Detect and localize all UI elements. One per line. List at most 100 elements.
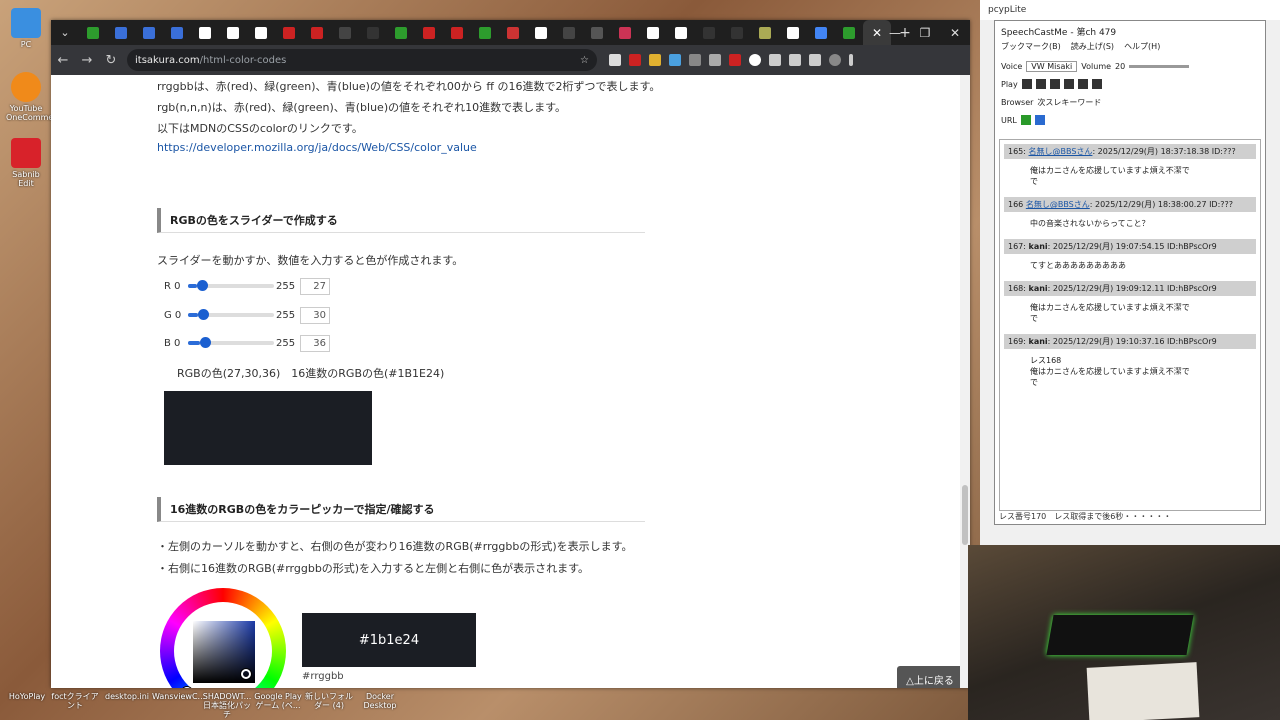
- extension-icon[interactable]: [749, 54, 761, 66]
- stop-icon[interactable]: [1049, 79, 1060, 89]
- extension-icon[interactable]: [669, 54, 681, 66]
- browser-tab[interactable]: [723, 20, 751, 45]
- voice-select[interactable]: VW Misaki: [1026, 60, 1078, 72]
- slider-knob[interactable]: [198, 309, 210, 320]
- desktop-icon-wansview[interactable]: WansviewC...: [152, 692, 205, 701]
- browser-tab[interactable]: [135, 20, 163, 45]
- desktop-icon-onecomme[interactable]: YouTube OneComme: [6, 72, 53, 122]
- tab-favicon-icon: [479, 26, 491, 39]
- picker-cursor[interactable]: [241, 669, 251, 679]
- browser-tab[interactable]: [835, 20, 863, 45]
- extension-icon[interactable]: [709, 54, 721, 66]
- input-g[interactable]: 30: [300, 306, 330, 324]
- puzzle-icon[interactable]: [769, 54, 781, 66]
- browser-tab[interactable]: [331, 20, 359, 45]
- bookmark-icon[interactable]: [609, 54, 621, 66]
- desktop-icon-shadowt[interactable]: SHADOWT... 日本語化パッチ: [202, 692, 252, 719]
- reload-button[interactable]: ↻: [99, 48, 123, 72]
- mdn-link[interactable]: https://developer.mozilla.org/ja/docs/We…: [157, 141, 477, 154]
- browser-tab[interactable]: [695, 20, 723, 45]
- slider-b[interactable]: [188, 337, 274, 348]
- slider-knob[interactable]: [197, 280, 209, 291]
- input-b[interactable]: 36: [300, 334, 330, 352]
- extension-icon[interactable]: [729, 54, 741, 66]
- browser-tab[interactable]: [247, 20, 275, 45]
- browser-tab[interactable]: [191, 20, 219, 45]
- minimize-button[interactable]: —: [880, 20, 910, 45]
- browser-tab[interactable]: [527, 20, 555, 45]
- tab-favicon-icon: [283, 26, 295, 39]
- back-to-top-button[interactable]: △上に戻る: [897, 666, 963, 688]
- browser-tab[interactable]: [611, 20, 639, 45]
- menu-help[interactable]: ヘルプ(H): [1124, 41, 1160, 57]
- browser-tab[interactable]: [359, 20, 387, 45]
- input-r[interactable]: 27: [300, 277, 330, 295]
- address-bar[interactable]: itsakura.com/html-color-codes ☆: [127, 49, 597, 71]
- desktop-icon-client[interactable]: foctクライアント: [50, 692, 100, 710]
- media-icon[interactable]: [809, 54, 821, 66]
- browser-tab[interactable]: [751, 20, 779, 45]
- pcyp-title: pcypLite: [980, 0, 1280, 20]
- browser-tab[interactable]: [79, 20, 107, 45]
- browser-tab[interactable]: [387, 20, 415, 45]
- browser-tab[interactable]: [639, 20, 667, 45]
- browser-tab[interactable]: [163, 20, 191, 45]
- desktop-icon-new-folder[interactable]: 新しいフォルダー (4): [304, 692, 354, 710]
- tab-search-button[interactable]: ⌄: [51, 20, 79, 45]
- browser-tab[interactable]: [275, 20, 303, 45]
- desktop-bottom-icons: HoYoPlay foctクライアント desktop.ini Wansview…: [0, 688, 980, 720]
- next-icon[interactable]: [1091, 79, 1102, 89]
- browser-tab[interactable]: [107, 20, 135, 45]
- extension-icon[interactable]: [649, 54, 661, 66]
- browser-tab[interactable]: [303, 20, 331, 45]
- key-icon[interactable]: [789, 54, 801, 66]
- poster-name[interactable]: 名無し@BBSさん: [1029, 147, 1093, 156]
- volume-slider[interactable]: [1129, 64, 1190, 68]
- extension-icon[interactable]: [629, 54, 641, 66]
- browser-tab[interactable]: [583, 20, 611, 45]
- tab-favicon-icon: [171, 26, 183, 39]
- color-wheel[interactable]: [160, 588, 286, 688]
- browser-tab[interactable]: [779, 20, 807, 45]
- rewind-icon[interactable]: [1035, 79, 1046, 89]
- slider-r[interactable]: [188, 280, 274, 291]
- play-icon[interactable]: [1063, 79, 1074, 89]
- maximize-button[interactable]: ❐: [910, 20, 940, 45]
- scrollbar-thumb[interactable]: [962, 485, 968, 545]
- desktop-icon-google-play[interactable]: Google Play ゲーム (ベ...: [253, 692, 303, 710]
- hex-color-display[interactable]: #1b1e24: [302, 613, 476, 667]
- hex-input-placeholder: #rrggbb: [302, 671, 344, 682]
- browser-tab[interactable]: [807, 20, 835, 45]
- browser-tab[interactable]: [555, 20, 583, 45]
- back-button[interactable]: ←: [51, 48, 75, 72]
- desktop-icon-pc[interactable]: PC: [6, 8, 46, 49]
- close-window-button[interactable]: ✕: [940, 20, 970, 45]
- post-header: 169: kani: 2025/12/29(月) 19:10:37.16 ID:…: [1004, 334, 1256, 349]
- ie-icon[interactable]: [1034, 115, 1045, 125]
- desktop-icon-subtitle-edit[interactable]: Sabnib Edit: [6, 138, 46, 188]
- extension-icon[interactable]: [689, 54, 701, 66]
- browser-tab[interactable]: [219, 20, 247, 45]
- tab-favicon-icon: [619, 26, 631, 39]
- poster-name[interactable]: 名無し@BBSさん: [1026, 200, 1090, 209]
- bookmark-star-icon[interactable]: ☆: [580, 55, 589, 66]
- go-icon[interactable]: [1020, 115, 1031, 125]
- browser-tab[interactable]: [443, 20, 471, 45]
- forward-button[interactable]: →: [75, 48, 99, 72]
- desktop-icon-hoyoplay[interactable]: HoYoPlay: [2, 692, 52, 701]
- avatar[interactable]: [829, 54, 841, 66]
- browser-tab[interactable]: [667, 20, 695, 45]
- desktop-icon-desktop-ini[interactable]: desktop.ini: [102, 692, 152, 701]
- forward-icon[interactable]: [1077, 79, 1088, 89]
- slider-knob[interactable]: [200, 337, 212, 348]
- url-path: /html-color-codes: [199, 54, 287, 66]
- browser-tab[interactable]: [499, 20, 527, 45]
- desktop-icon-docker[interactable]: Docker Desktop: [355, 692, 405, 710]
- browser-tab[interactable]: [415, 20, 443, 45]
- slider-g[interactable]: [188, 309, 274, 320]
- menu-speech[interactable]: 読み上げ(S): [1071, 41, 1114, 57]
- prev-icon[interactable]: [1021, 79, 1032, 89]
- menu-bookmark[interactable]: ブックマーク(B): [1001, 41, 1061, 57]
- kebab-menu-icon[interactable]: [849, 54, 853, 66]
- browser-tab[interactable]: [471, 20, 499, 45]
